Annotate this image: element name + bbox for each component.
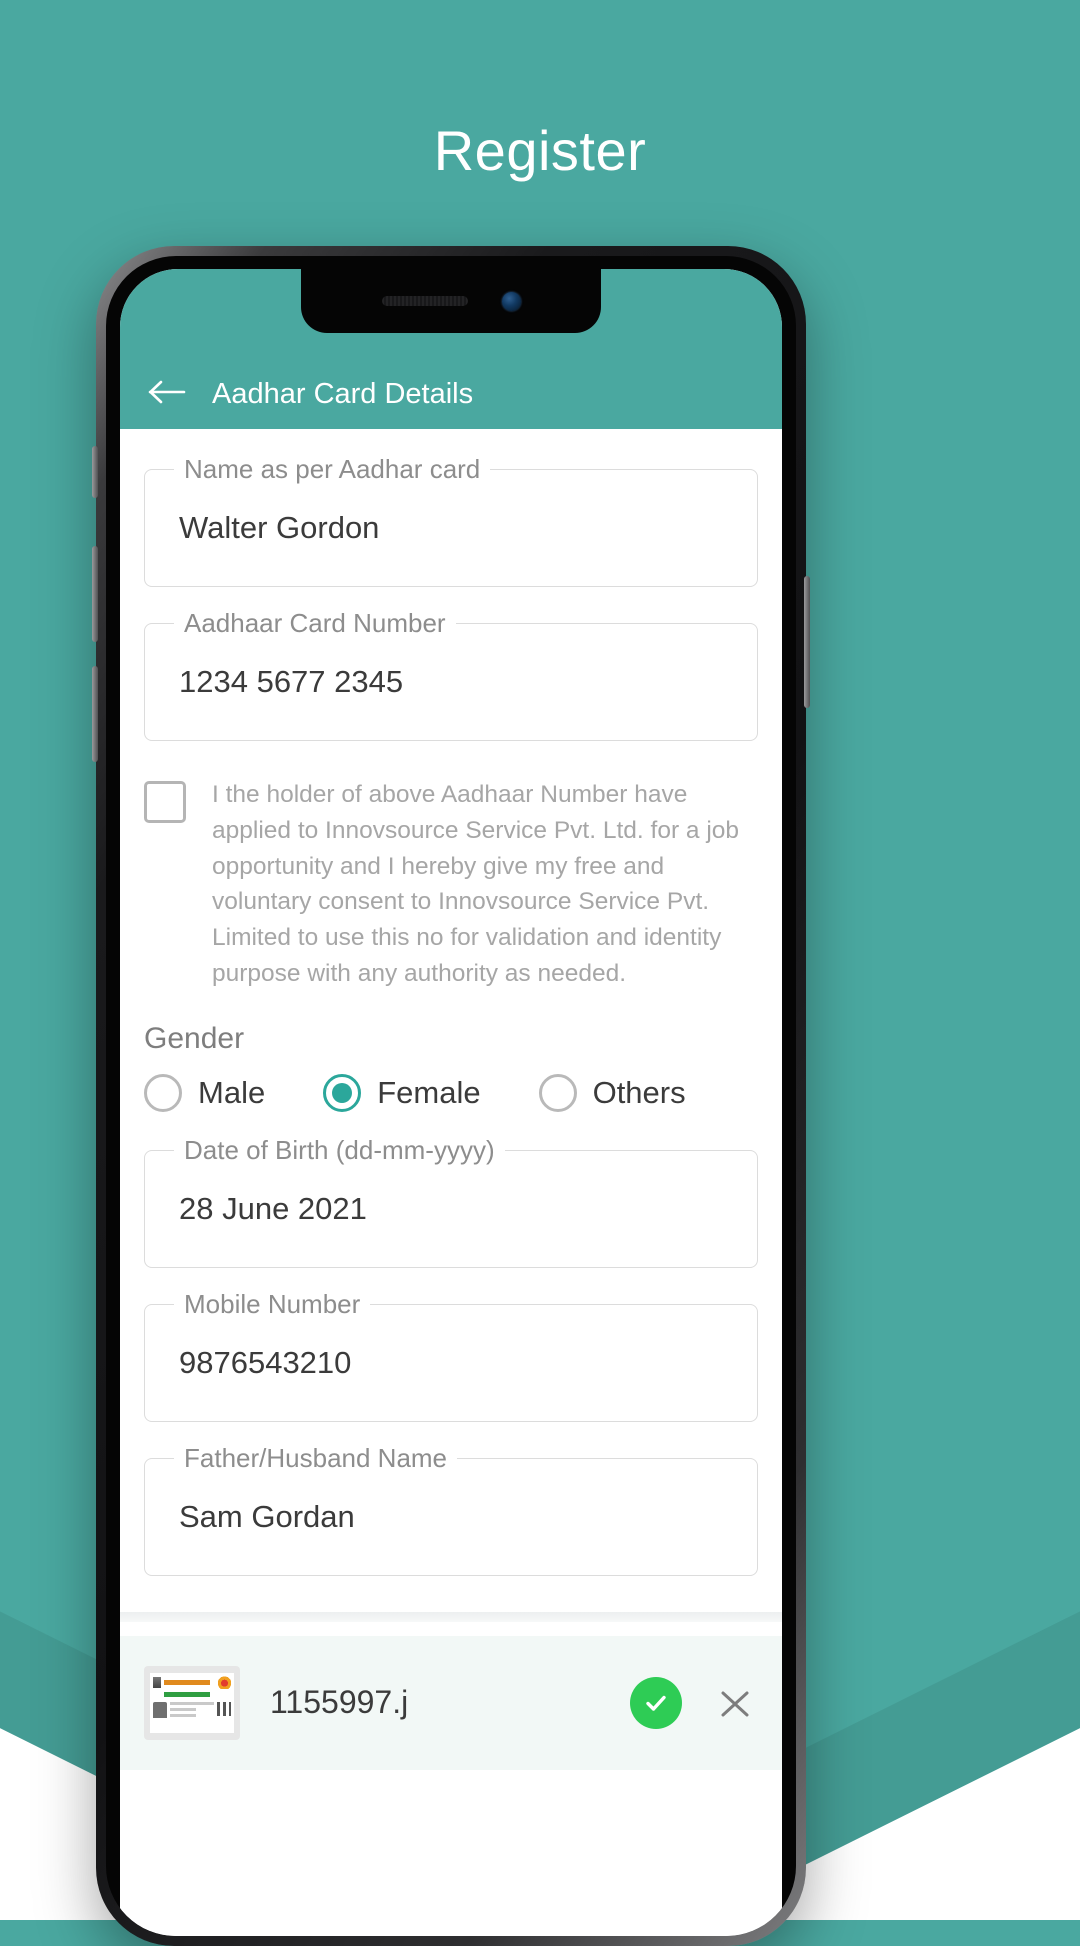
gender-radio-group[interactable]: Male Female Others bbox=[144, 1073, 758, 1112]
gender-label: Gender bbox=[144, 1021, 245, 1055]
aadhaar-number-field[interactable]: Aadhaar Card Number 1234 5677 2345 bbox=[144, 608, 758, 741]
dob-field[interactable]: Date of Birth (dd-mm-yyyy) 28 June 2021 bbox=[144, 1134, 758, 1268]
dob-field-box[interactable]: 28 June 2021 bbox=[144, 1149, 758, 1268]
mute-switch[interactable] bbox=[92, 446, 98, 498]
name-field-label: Name as per Aadhar card bbox=[174, 454, 491, 485]
mobile-field-label: Mobile Number bbox=[174, 1288, 371, 1320]
phone-bezel: Aadhar Card Details Name as per Aadhar c… bbox=[106, 256, 796, 1936]
father-husband-field[interactable]: Father/Husband Name Sam Gordan bbox=[144, 1442, 758, 1576]
consent-row[interactable]: I the holder of above Aadhaar Number hav… bbox=[144, 777, 758, 992]
gender-female-label: Female bbox=[377, 1074, 481, 1110]
consent-checkbox[interactable] bbox=[144, 781, 186, 823]
app-bar-title: Aadhar Card Details bbox=[212, 378, 474, 410]
close-icon[interactable] bbox=[712, 1680, 758, 1726]
aadhaar-card-thumbnail-icon[interactable] bbox=[144, 1665, 240, 1740]
radio-female-icon[interactable] bbox=[323, 1073, 362, 1112]
name-field[interactable]: Name as per Aadhar card Walter Gordon bbox=[144, 454, 758, 587]
earpiece-speaker bbox=[381, 296, 468, 306]
phone-notch bbox=[301, 269, 601, 333]
volume-down-button[interactable] bbox=[92, 666, 98, 762]
dob-field-label: Date of Birth (dd-mm-yyyy) bbox=[174, 1134, 505, 1166]
form-body: Name as per Aadhar card Walter Gordon Aa… bbox=[120, 429, 782, 1936]
radio-others-icon[interactable] bbox=[538, 1073, 577, 1112]
consent-text: I the holder of above Aadhaar Number hav… bbox=[212, 781, 740, 987]
mobile-field-box[interactable]: 9876543210 bbox=[144, 1303, 758, 1422]
power-button[interactable] bbox=[804, 576, 810, 708]
father-husband-label: Father/Husband Name bbox=[174, 1442, 458, 1474]
aadhaar-number-label: Aadhaar Card Number bbox=[174, 608, 456, 639]
gender-option-female[interactable]: Female bbox=[323, 1073, 481, 1112]
volume-up-button[interactable] bbox=[92, 546, 98, 642]
name-field-value: Walter Gordon bbox=[179, 510, 380, 545]
gender-option-others[interactable]: Others bbox=[538, 1073, 686, 1112]
dob-field-value: 28 June 2021 bbox=[179, 1190, 367, 1226]
phone-frame: Aadhar Card Details Name as per Aadhar c… bbox=[92, 246, 810, 1946]
radio-male-icon[interactable] bbox=[144, 1073, 182, 1112]
section-divider bbox=[120, 1611, 782, 1622]
aadhaar-number-value: 1234 5677 2345 bbox=[179, 664, 404, 699]
name-field-box[interactable]: Walter Gordon bbox=[144, 469, 758, 587]
gender-male-label: Male bbox=[198, 1074, 266, 1110]
gender-option-male[interactable]: Male bbox=[144, 1073, 266, 1112]
attachment-row[interactable]: 1155997.j bbox=[120, 1635, 782, 1770]
promo-title: Register bbox=[433, 119, 647, 182]
check-circle-icon bbox=[630, 1676, 682, 1729]
attachment-file-name: 1155997.j bbox=[270, 1684, 409, 1721]
aadhaar-number-box[interactable]: 1234 5677 2345 bbox=[144, 623, 758, 741]
father-husband-value: Sam Gordan bbox=[179, 1498, 355, 1534]
gender-others-label: Others bbox=[592, 1074, 686, 1110]
phone-screen: Aadhar Card Details Name as per Aadhar c… bbox=[120, 269, 782, 1936]
arrow-left-icon[interactable] bbox=[144, 369, 190, 415]
father-husband-box[interactable]: Sam Gordan bbox=[144, 1457, 758, 1576]
mobile-field[interactable]: Mobile Number 9876543210 bbox=[144, 1288, 758, 1422]
mobile-field-value: 9876543210 bbox=[179, 1344, 352, 1380]
front-camera-icon bbox=[501, 291, 521, 311]
